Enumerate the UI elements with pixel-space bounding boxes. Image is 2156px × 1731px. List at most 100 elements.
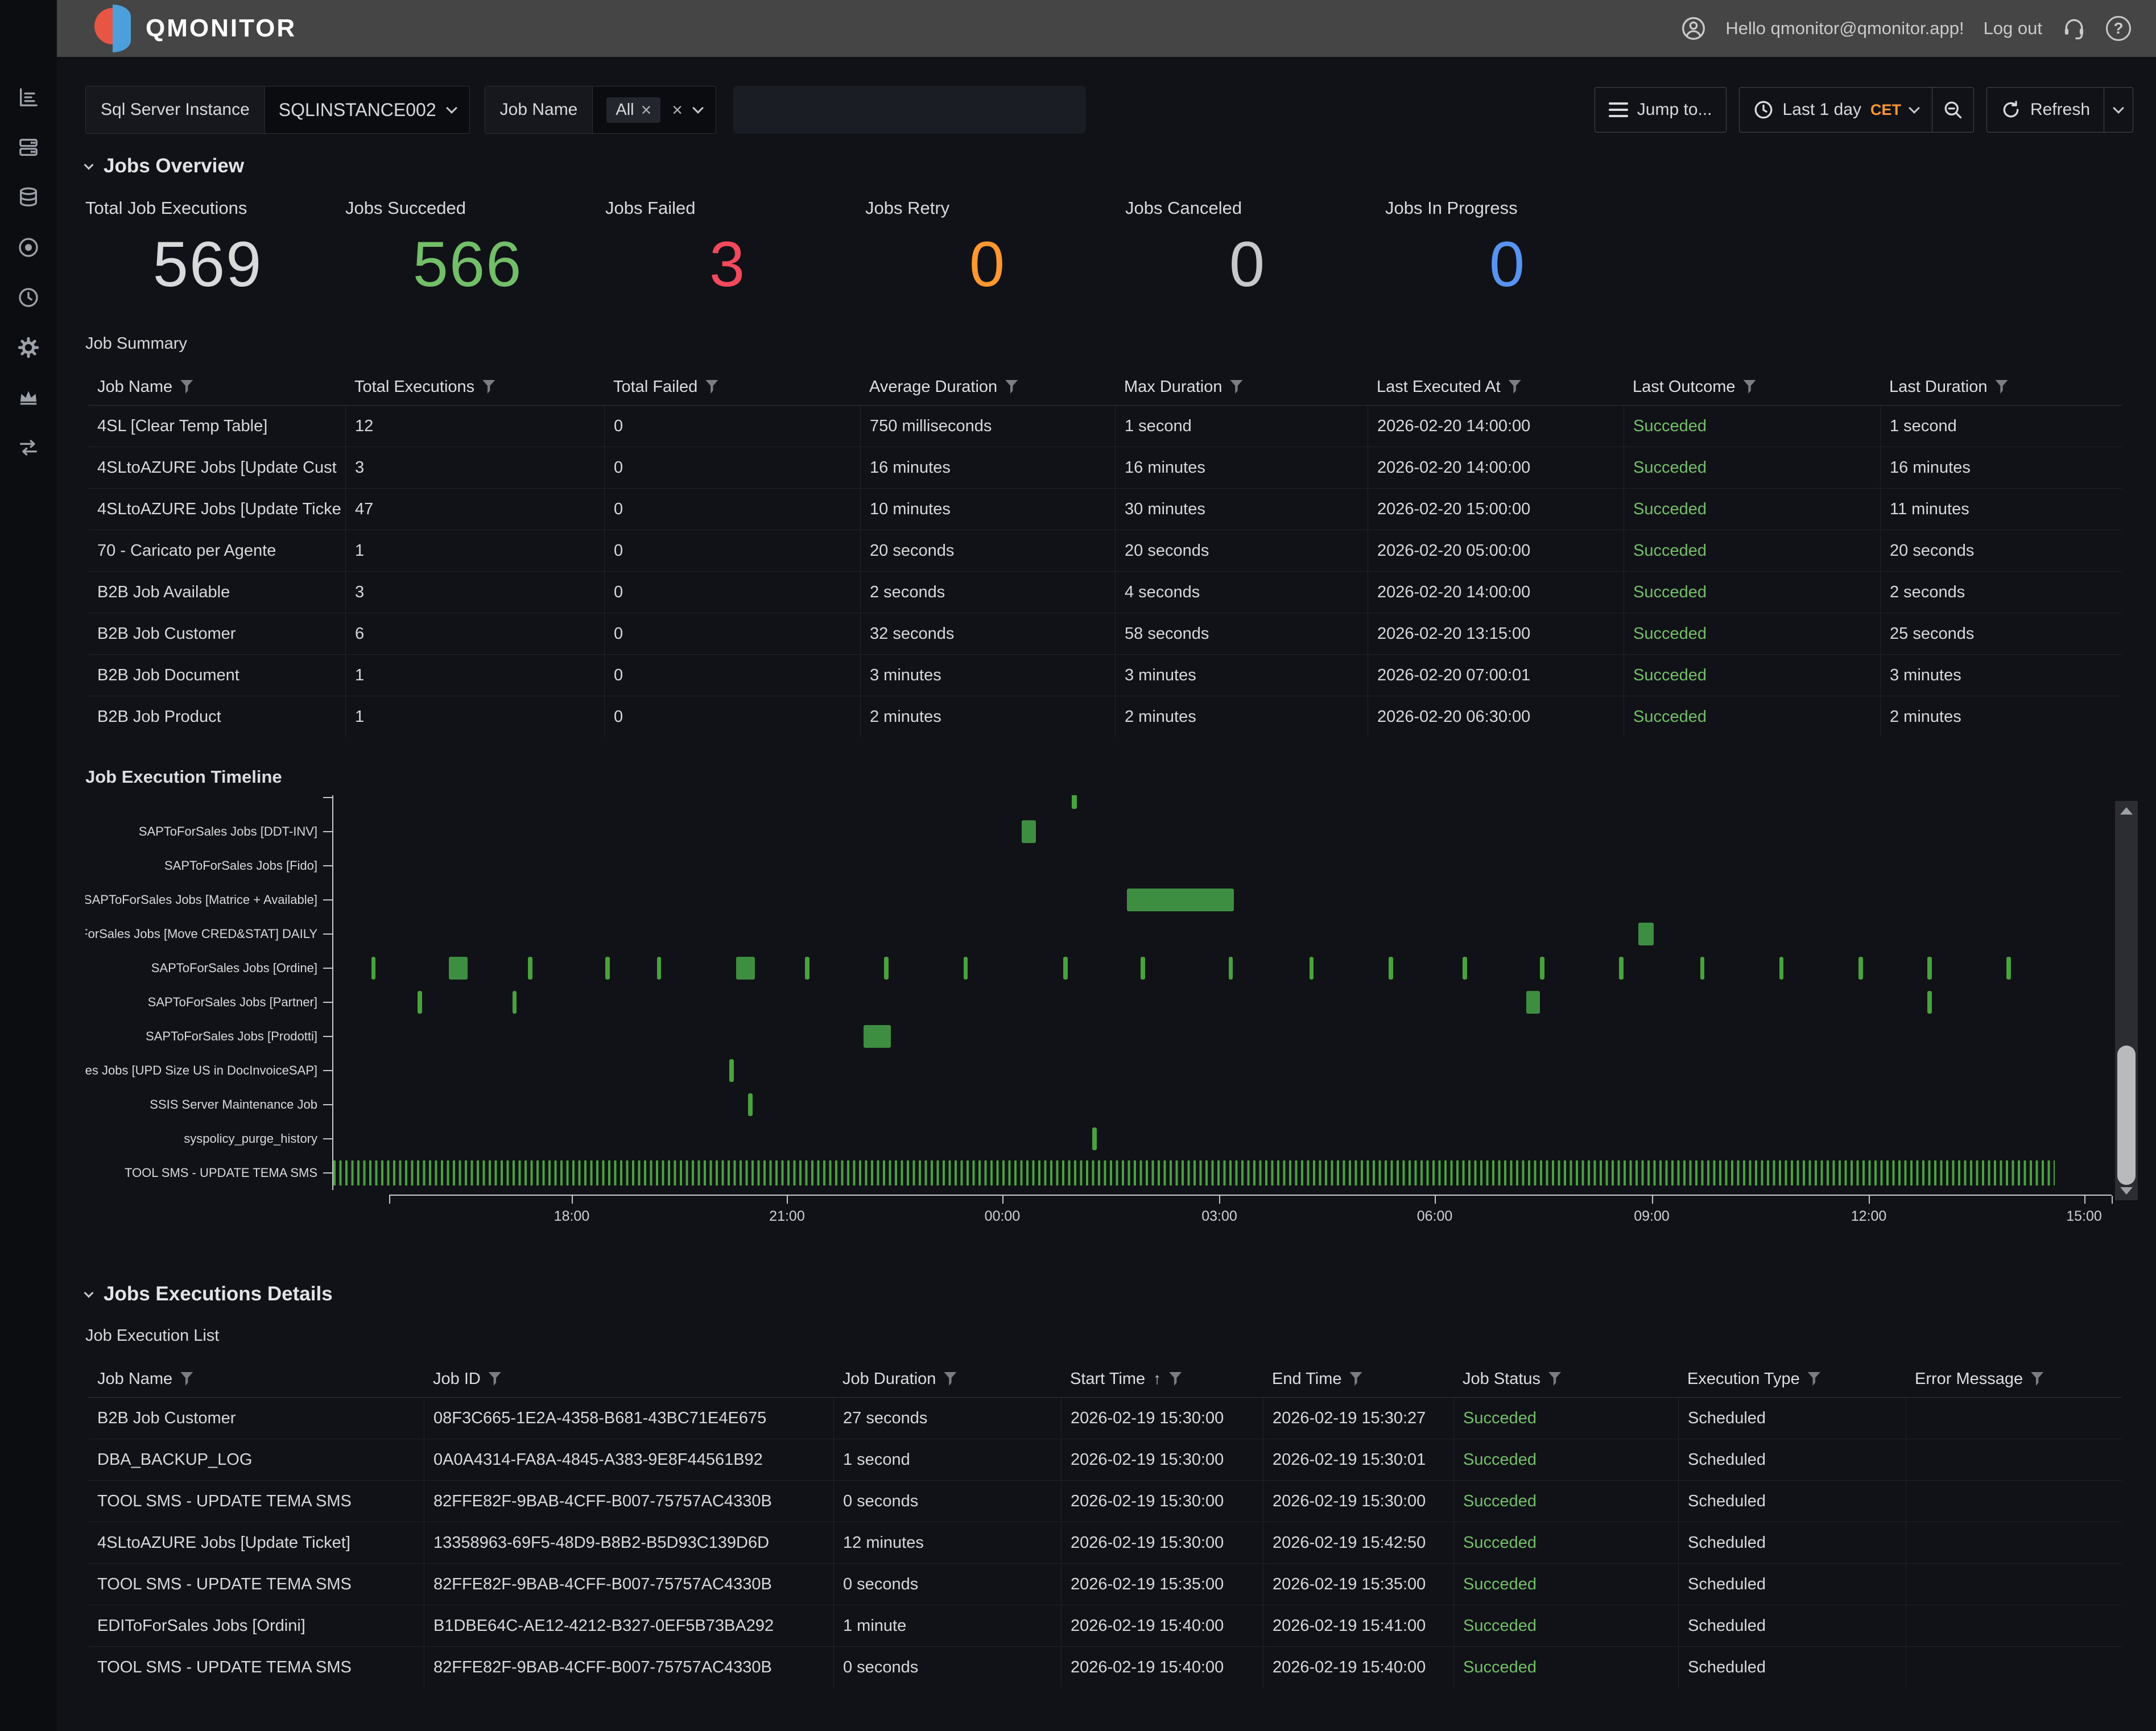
- filter-icon[interactable]: [705, 380, 718, 394]
- scroll-up-icon[interactable]: [2115, 801, 2138, 820]
- column-header[interactable]: Job Status: [1453, 1361, 1678, 1397]
- timeline-bar[interactable]: [449, 957, 468, 980]
- filter-icon[interactable]: [1996, 380, 2008, 394]
- job-execution-timeline-chart[interactable]: SAPToForSales Jobs [DDT-INV]SAPToForSale…: [85, 795, 2055, 1190]
- filter-icon[interactable]: [1169, 1372, 1182, 1386]
- timeline-bar[interactable]: [1540, 957, 1544, 980]
- logout-link[interactable]: Log out: [1984, 18, 2042, 39]
- timeline-row-plot[interactable]: [332, 795, 2055, 815]
- timeline-bar[interactable]: [657, 957, 662, 980]
- timeline-bar[interactable]: [528, 957, 532, 980]
- timeline-row-plot[interactable]: [332, 1156, 2055, 1190]
- column-header[interactable]: Max Duration: [1115, 369, 1368, 405]
- timeline-bar[interactable]: [1927, 991, 1932, 1014]
- timeline-bar[interactable]: [1141, 957, 1145, 980]
- database-icon[interactable]: [16, 185, 40, 209]
- job-name-filter-value[interactable]: All × ×: [592, 86, 716, 134]
- table-row[interactable]: EDIToForSales Jobs [Ordini]B1DBE64C-AE12…: [88, 1605, 2122, 1646]
- help-icon[interactable]: ?: [2106, 16, 2131, 41]
- timeline-bar[interactable]: [2006, 957, 2011, 980]
- filter-icon[interactable]: [1350, 1372, 1362, 1386]
- column-header[interactable]: Execution Type: [1678, 1361, 1906, 1397]
- table-row[interactable]: 4SL [Clear Temp Table]120750 millisecond…: [88, 405, 2122, 447]
- timeline-bar[interactable]: [371, 957, 376, 980]
- timeline-bar[interactable]: [736, 957, 755, 980]
- table-row[interactable]: B2B Job Customer08F3C665-1E2A-4358-B681-…: [88, 1397, 2122, 1439]
- timeline-bar[interactable]: [1310, 957, 1314, 980]
- scroll-down-icon[interactable]: [2115, 1181, 2138, 1200]
- table-row[interactable]: DBA_BACKUP_LOG0A0A4314-FA8A-4845-A383-9E…: [88, 1439, 2122, 1480]
- jobs-executions-details-section-header[interactable]: Jobs Executions Details: [85, 1283, 333, 1306]
- filter-icon[interactable]: [1005, 380, 1018, 394]
- timeline-bar[interactable]: [1700, 957, 1705, 980]
- chip-remove-icon[interactable]: ×: [641, 101, 652, 119]
- record-icon[interactable]: [16, 236, 40, 259]
- table-row[interactable]: TOOL SMS - UPDATE TEMA SMS82FFE82F-9BAB-…: [88, 1646, 2122, 1688]
- filter-icon[interactable]: [482, 380, 495, 394]
- table-row[interactable]: 4SLtoAZURE Jobs [Update Ticket]13358963-…: [88, 1522, 2122, 1563]
- swap-icon[interactable]: [16, 436, 40, 460]
- column-header[interactable]: Job Duration: [833, 1361, 1061, 1397]
- timeline-row-plot[interactable]: [332, 1088, 2055, 1122]
- timeline-bar[interactable]: [1638, 923, 1654, 945]
- timeline-row-plot[interactable]: [332, 815, 2055, 849]
- timeline-bar[interactable]: [1858, 957, 1863, 980]
- table-row[interactable]: 70 - Caricato per Agente1020 seconds20 s…: [88, 530, 2122, 571]
- column-header[interactable]: End Time: [1263, 1361, 1453, 1397]
- filter-icon[interactable]: [1548, 1372, 1561, 1386]
- column-header[interactable]: Last Duration: [1880, 369, 2122, 405]
- jump-to-button[interactable]: Jump to...: [1595, 87, 1727, 133]
- refresh-button[interactable]: Refresh: [1987, 88, 2104, 132]
- table-row[interactable]: TOOL SMS - UPDATE TEMA SMS82FFE82F-9BAB-…: [88, 1563, 2122, 1605]
- filter-icon[interactable]: [180, 380, 193, 394]
- filter-icon[interactable]: [1509, 380, 1521, 394]
- clear-filter-icon[interactable]: ×: [672, 101, 683, 119]
- column-header[interactable]: Job ID: [424, 1361, 833, 1397]
- timeline-bar[interactable]: [1072, 795, 1077, 809]
- timeline-bar[interactable]: [805, 957, 809, 980]
- table-row[interactable]: 4SLtoAZURE Jobs [Update Ticke47010 minut…: [88, 488, 2122, 530]
- column-header[interactable]: Last Executed At: [1368, 369, 1624, 405]
- column-header[interactable]: Start Time↑: [1061, 1361, 1263, 1397]
- timeline-row-plot[interactable]: [332, 1054, 2055, 1088]
- column-header[interactable]: Error Message: [1906, 1361, 2122, 1397]
- instance-filter-value[interactable]: SQLINSTANCE002: [265, 86, 470, 134]
- sort-asc-icon[interactable]: ↑: [1153, 1370, 1161, 1388]
- table-row[interactable]: B2B Job Available302 seconds4 seconds202…: [88, 571, 2122, 613]
- timeline-bar[interactable]: [1927, 957, 1932, 980]
- timeline-bar[interactable]: [418, 991, 422, 1014]
- filter-icon[interactable]: [2031, 1372, 2043, 1386]
- column-header[interactable]: Job Name: [88, 1361, 424, 1397]
- jobs-overview-section-header[interactable]: Jobs Overview: [85, 155, 244, 177]
- timeline-bar[interactable]: [1229, 957, 1233, 980]
- timeline-bar[interactable]: [1022, 820, 1035, 843]
- gear-icon[interactable]: [16, 336, 40, 360]
- filter-icon[interactable]: [180, 1372, 193, 1386]
- column-header[interactable]: Average Duration: [860, 369, 1115, 405]
- column-header[interactable]: Total Failed: [604, 369, 860, 405]
- table-row[interactable]: 4SLtoAZURE Jobs [Update Cust3016 minutes…: [88, 447, 2122, 488]
- timeline-bar[interactable]: [884, 957, 889, 980]
- column-header[interactable]: Total Executions: [345, 369, 604, 405]
- servers-icon[interactable]: [16, 135, 40, 159]
- zoom-out-button[interactable]: [1932, 88, 1973, 132]
- timeline-bar[interactable]: [513, 991, 517, 1014]
- timeline-row-plot[interactable]: [332, 849, 2055, 883]
- timeline-row-plot[interactable]: [332, 985, 2055, 1019]
- timeline-scrollbar[interactable]: [2115, 801, 2138, 1200]
- instance-filter[interactable]: Sql Server Instance SQLINSTANCE002: [85, 86, 470, 134]
- filter-icon[interactable]: [1744, 380, 1756, 394]
- timeline-bar[interactable]: [1127, 889, 1234, 911]
- scrollbar-thumb[interactable]: [2117, 1046, 2136, 1185]
- bar-chart-icon[interactable]: [16, 85, 40, 109]
- job-name-filter[interactable]: Job Name All × ×: [485, 86, 716, 134]
- filter-icon[interactable]: [944, 1372, 956, 1386]
- column-header[interactable]: Last Outcome: [1624, 369, 1880, 405]
- clock-icon[interactable]: [16, 286, 40, 309]
- timeline-row-plot[interactable]: [332, 951, 2055, 985]
- timeline-bar[interactable]: [1092, 1127, 1097, 1150]
- time-range-button[interactable]: Last 1 day CET: [1740, 88, 1932, 132]
- timeline-row-plot[interactable]: [332, 917, 2055, 951]
- timeline-row-plot[interactable]: [332, 1019, 2055, 1054]
- job-name-chip[interactable]: All ×: [606, 97, 660, 123]
